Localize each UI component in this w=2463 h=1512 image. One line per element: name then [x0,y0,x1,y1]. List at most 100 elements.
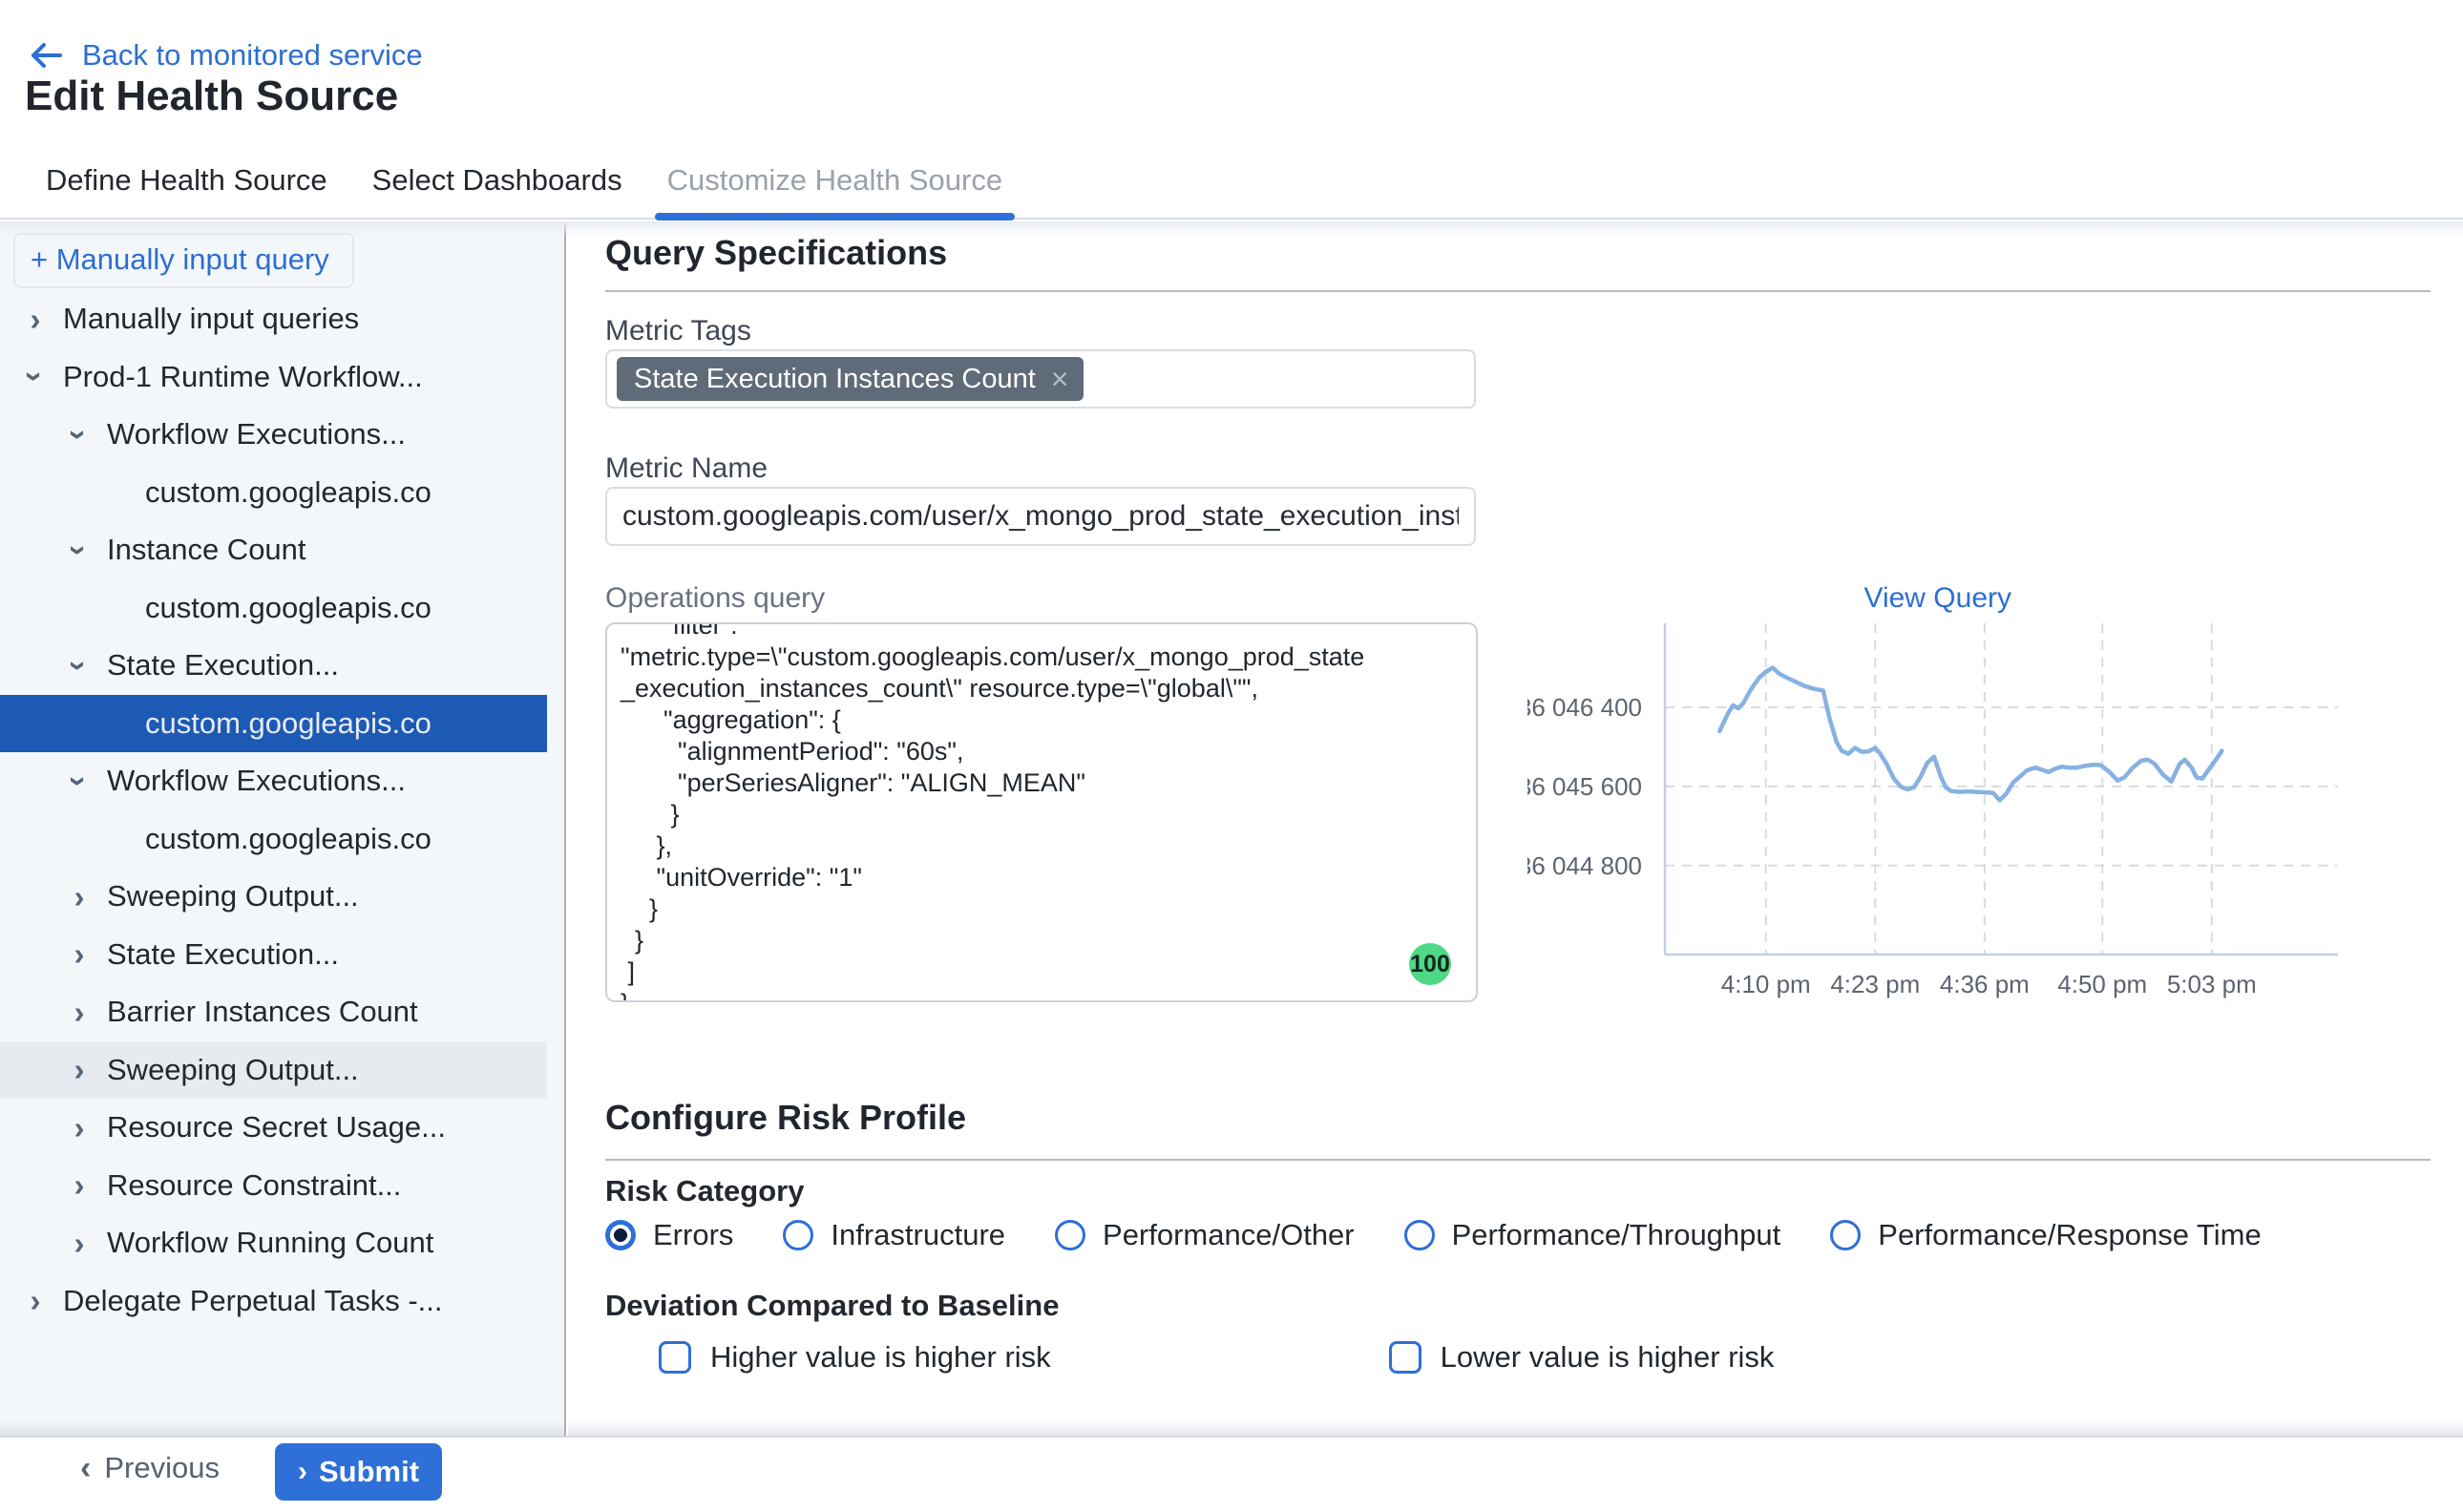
chevron-right-icon[interactable]: › [65,938,94,970]
tree-item-delegate-perpetual-tasks[interactable]: ›Delegate Perpetual Tasks -... [0,1272,547,1331]
back-to-monitored-service-link[interactable]: Back to monitored service [29,38,423,73]
operations-query-text: "filter": "metric.type=\"custom.googleap… [607,622,1476,1002]
x-axis-tick-label: 4:23 pm [1830,970,1920,998]
tree-item-label: Resource Secret Usage... [107,1110,446,1144]
previous-label: Previous [104,1451,220,1485]
tree-item-sweeping-output[interactable]: ›Sweeping Output... [0,1041,547,1100]
section-divider [605,290,2431,292]
manually-input-query-button[interactable]: + Manually input query [13,233,354,288]
section-divider [605,1159,2431,1161]
tree-item-label: Resource Constraint... [107,1168,401,1203]
chevron-right-icon[interactable]: › [21,304,50,335]
chevron-right-icon[interactable]: › [65,997,94,1028]
radio-unselected-icon[interactable] [1055,1220,1085,1250]
risk-category-option-performance-response-time[interactable]: Performance/Response Time [1830,1218,2261,1252]
chevron-right-icon[interactable]: › [65,1112,94,1144]
metric-name-input[interactable] [607,500,1474,533]
tree-item-label: Prod-1 Runtime Workflow... [63,360,423,394]
metric-line-series [1719,668,2221,801]
submit-button[interactable]: › Submit [275,1443,442,1501]
tab-customize-health-source[interactable]: Customize Health Source [667,142,1003,219]
tree-item-state-execution[interactable]: ›State Execution... [0,926,547,984]
tree-item-resource-constraint[interactable]: › Resource Constraint... [0,1157,547,1215]
radio-unselected-icon[interactable] [1830,1220,1861,1250]
checkbox-label: Higher value is higher risk [710,1340,1051,1375]
chevron-down-icon[interactable]: › [64,536,95,564]
radio-label: Performance/Other [1103,1218,1355,1252]
tree-item-instance-count[interactable]: › Instance Count [0,521,547,579]
chevron-right-icon[interactable]: › [65,1054,94,1085]
query-tree-sidebar: + Manually input query ›Manually input q… [0,221,566,1436]
tree-item-sweeping-output[interactable]: › Sweeping Output... [0,868,547,926]
radio-unselected-icon[interactable] [783,1220,813,1250]
risk-category-option-performance-throughput[interactable]: Performance/Throughput [1404,1218,1781,1252]
tree-item-custom-googleapis-co[interactable]: custom.googleapis.co [0,695,547,753]
chevron-right-icon[interactable]: › [65,1228,94,1259]
chevron-right-icon[interactable]: › [65,1169,94,1201]
checkbox-icon[interactable] [1389,1341,1421,1374]
tree-item-label: Workflow Executions... [107,417,406,452]
chevron-down-icon[interactable]: › [64,651,95,680]
tree-item-custom-googleapis-co[interactable]: custom.googleapis.co [0,579,547,638]
chevron-down-icon[interactable]: › [64,766,95,795]
chevron-down-icon[interactable]: › [20,363,52,391]
chevron-right-icon[interactable]: › [65,881,94,913]
active-tab-underline [655,213,1016,220]
checkbox-icon[interactable] [659,1341,691,1374]
deviation-option-higher-value-is-higher-risk[interactable]: Higher value is higher risk [659,1340,1051,1375]
risk-category-option-infrastructure[interactable]: Infrastructure [783,1218,1005,1252]
deviation-option-lower-value-is-higher-risk[interactable]: Lower value is higher risk [1389,1340,1775,1375]
tree-item-barrier-instances-count[interactable]: ›Barrier Instances Count [0,983,547,1041]
radio-selected-icon[interactable] [605,1220,636,1250]
tree-item-prod-1-runtime-workflow[interactable]: › Prod-1 Runtime Workflow... [0,348,547,407]
wizard-tabs: Define Health Source Select Dashboards Cus… [0,143,2463,220]
risk-category-option-errors[interactable]: Errors [605,1218,733,1252]
previous-button[interactable]: ‹ Previous [80,1451,220,1485]
tab-define-health-source[interactable]: Define Health Source [46,142,327,219]
edit-health-source-page: Back to monitored service Edit Health So… [0,0,2463,1512]
metric-preview-chart: 36 046 40036 045 60036 044 8004:10 pm4:2… [1527,607,2368,1008]
tree-item-workflow-executions[interactable]: › Workflow Executions... [0,406,547,464]
metric-tags-input[interactable]: State Execution Instances Count × [605,349,1476,409]
radio-label: Infrastructure [831,1218,1005,1252]
radio-label: Performance/Throughput [1452,1218,1781,1252]
metric-name-input-box [605,487,1476,546]
remove-tag-icon[interactable]: × [1051,364,1069,394]
tree-item-label: custom.googleapis.co [145,706,432,741]
tree-item-workflow-running-count[interactable]: › Workflow Running Count [0,1214,547,1272]
back-link-label: Back to monitored service [82,38,423,73]
tree-item-state-execution[interactable]: ›State Execution... [0,637,547,695]
submit-chevron-icon: › [298,1458,307,1486]
tab-label: Customize Health Source [667,163,1003,198]
x-axis-tick-label: 4:10 pm [1721,970,1811,998]
tree-item-manually-input-queries[interactable]: ›Manually input queries [0,290,547,348]
submit-label: Submit [319,1455,419,1489]
tree-item-workflow-executions[interactable]: › Workflow Executions... [0,752,547,810]
tree-item-label: custom.googleapis.co [145,475,432,510]
tab-select-dashboards[interactable]: Select Dashboards [372,142,622,219]
back-arrow-icon [29,40,63,71]
risk-category-radio-group: Errors Infrastructure Performance/Other Per… [605,1218,2262,1252]
checkbox-label: Lower value is higher risk [1441,1340,1775,1375]
chevron-right-icon[interactable]: › [21,1285,50,1316]
tree-item-label: Workflow Executions... [107,764,406,798]
tree-item-label: Workflow Running Count [107,1226,433,1260]
radio-unselected-icon[interactable] [1404,1220,1435,1250]
tree-item-label: Sweeping Output... [107,879,359,914]
y-axis-tick-label: 36 044 800 [1527,851,1642,880]
main-content: Query Specifications Metric Tags State E… [568,221,2463,1436]
tree-item-resource-secret-usage[interactable]: › Resource Secret Usage... [0,1099,547,1157]
x-axis-tick-label: 4:36 pm [1940,970,2030,998]
tree-item-custom-googleapis-co[interactable]: custom.googleapis.co [0,810,547,869]
metric-name-label: Metric Name [605,452,768,485]
previous-chevron-icon: ‹ [80,1452,91,1484]
y-axis-tick-label: 36 046 400 [1527,693,1642,722]
tree-item-custom-googleapis-co[interactable]: custom.googleapis.co [0,464,547,522]
chevron-down-icon[interactable]: › [64,420,95,449]
tree-item-label: Instance Count [107,533,306,567]
tree-item-label: custom.googleapis.co [145,822,432,856]
query-score-badge: 100 [1409,943,1451,985]
deviation-checkbox-group: Higher value is higher risk Lower value i… [659,1340,1774,1375]
risk-category-option-performance-other[interactable]: Performance/Other [1055,1218,1355,1252]
operations-query-editor[interactable]: "filter": "metric.type=\"custom.googleap… [605,622,1478,1002]
